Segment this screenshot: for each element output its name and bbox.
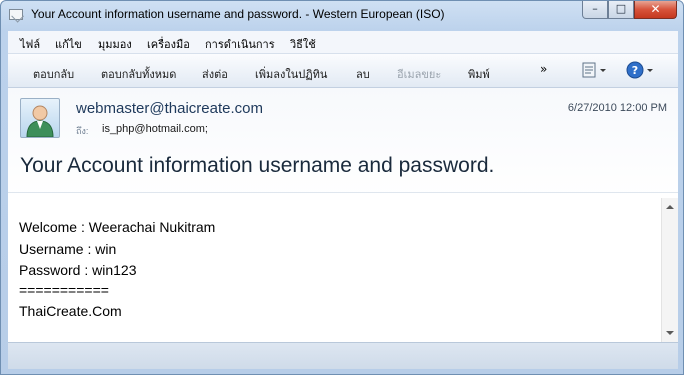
vertical-scrollbar[interactable] [661,198,678,342]
toolbar: ตอบกลับ ตอบกลับทั้งหมด ส่งต่อ เพิ่มลงในป… [8,54,678,88]
forward-button[interactable]: ส่งต่อ [202,65,228,83]
window-controls: – □ ✕ [582,1,677,19]
svg-text:?: ? [632,64,638,77]
menu-actions[interactable]: การดำเนินการ [205,35,275,53]
close-icon: ✕ [650,2,661,16]
delete-button[interactable]: ลบ [356,65,370,83]
more-commands-button[interactable]: » [540,62,547,76]
mail-window: Your Account information username and pa… [0,0,684,375]
header-divider [8,192,678,193]
scroll-down-arrow-icon[interactable] [666,331,674,335]
close-button[interactable]: ✕ [634,1,677,19]
menu-tools[interactable]: เครื่องมือ [147,35,190,53]
body-line: Welcome : Weerachai Nukitram [19,219,216,235]
menu-file[interactable]: ไฟล์ [20,35,40,53]
print-button[interactable]: พิมพ์ [468,65,490,83]
body-line: Password : win123 [19,262,137,278]
minimize-button[interactable]: – [582,1,608,19]
body-line: Username : win [19,241,117,257]
menu-edit[interactable]: แก้ไข [55,35,82,53]
message-header: webmaster@thaicreate.com 6/27/2010 12:00… [8,88,678,198]
menu-view[interactable]: มุมมอง [98,35,132,53]
help-icon[interactable]: ? [626,61,656,79]
body-line: =========== [19,282,109,298]
reply-all-button[interactable]: ตอบกลับทั้งหมด [101,65,176,83]
maximize-button[interactable]: □ [608,1,634,19]
message-subject: Your Account information username and pa… [20,154,495,177]
recipient-address[interactable]: is_php@hotmail.com; [102,123,208,135]
add-to-calendar-button[interactable]: เพิ่มลงในปฏิทิน [255,65,327,83]
junk-button[interactable]: อีเมลขยะ [397,65,441,83]
sender-avatar [20,98,60,138]
sent-date: 6/27/2010 12:00 PM [567,102,667,114]
addresses-icon[interactable] [581,61,609,79]
mail-envelope-icon [9,9,23,20]
contact-person-icon [26,105,54,137]
menu-help[interactable]: วิธีใช้ [290,35,316,53]
to-label: ถึง: [76,126,89,136]
status-bar [8,342,678,369]
menu-bar: ไฟล์ แก้ไข มุมมอง เครื่องมือ การดำเนินกา… [8,31,678,54]
maximize-icon: □ [615,2,627,15]
title-bar[interactable]: Your Account information username and pa… [1,1,683,29]
message-body[interactable]: Welcome : Weerachai Nukitram Username : … [8,198,661,342]
scroll-up-arrow-icon[interactable] [666,205,674,209]
reply-button[interactable]: ตอบกลับ [33,65,74,83]
window-title: Your Account information username and pa… [31,7,445,21]
sender-address[interactable]: webmaster@thaicreate.com [76,100,263,117]
minimize-icon: – [592,2,598,15]
body-line: ThaiCreate.Com [19,303,122,319]
